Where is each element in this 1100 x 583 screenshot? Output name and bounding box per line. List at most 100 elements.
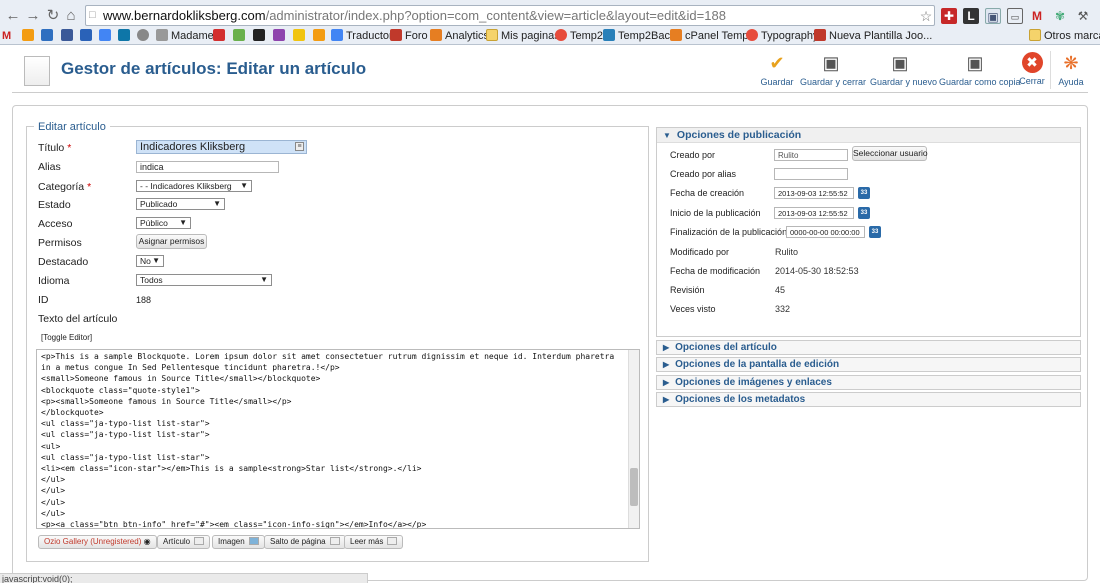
extension-bird-icon[interactable]: ✾ bbox=[1052, 8, 1068, 24]
article-source-code: <p>This is a sample Blockquote. Lorem ip… bbox=[41, 351, 627, 528]
home-icon[interactable]: ⌂ bbox=[62, 6, 80, 26]
triangle-right-icon: ▶ bbox=[663, 378, 670, 387]
publish-down-input[interactable]: 0000-00-00 00:00:00 bbox=[786, 226, 865, 238]
required-mark: * bbox=[87, 181, 92, 193]
save-close-button[interactable]: ▣ Guardar y cerrar bbox=[800, 52, 866, 87]
bookmark-folder-mis-paginas[interactable]: Mis paginas bbox=[486, 27, 560, 45]
featured-label: Destacado bbox=[38, 256, 89, 268]
bookmark-icon[interactable] bbox=[313, 27, 328, 45]
maps-icon[interactable] bbox=[293, 27, 308, 45]
bookmark-cpanel[interactable]: cPanel Temp2 bbox=[670, 27, 755, 45]
insert-image-button[interactable]: Imagen bbox=[212, 535, 265, 549]
bookmark-madame[interactable]: Madame bbox=[156, 27, 214, 45]
hits-value: 332 bbox=[775, 304, 791, 314]
access-select[interactable]: Público ▼ bbox=[136, 217, 191, 229]
bookmark-foro[interactable]: Foro bbox=[390, 27, 428, 45]
featured-select[interactable]: No ▼ bbox=[136, 255, 164, 267]
linkedin-icon[interactable] bbox=[118, 27, 133, 45]
autofill-icon[interactable]: ≡ bbox=[295, 142, 304, 151]
editor-scrollbar-thumb[interactable] bbox=[630, 468, 638, 506]
lifebuoy-icon: ❋ bbox=[1063, 53, 1079, 73]
save-new-button[interactable]: ▣ Guardar y nuevo bbox=[870, 52, 937, 87]
folder-icon bbox=[486, 29, 498, 41]
bookmark-icon[interactable] bbox=[99, 27, 114, 45]
toggle-editor-link[interactable]: [Toggle Editor] bbox=[41, 333, 92, 342]
bookmark-icon[interactable] bbox=[80, 27, 95, 45]
ozio-gallery-button[interactable]: Ozio Gallery (Unregistered) ◉ bbox=[38, 535, 157, 549]
article-text-editor[interactable]: <p>This is a sample Blockquote. Lorem ip… bbox=[36, 349, 640, 529]
bookmark-traductor[interactable]: Traductor bbox=[331, 27, 393, 45]
publish-up-input[interactable]: 2013-09-03 12:55:52 bbox=[774, 207, 854, 219]
edit-screen-options-toggle[interactable]: ▶ Opciones de la pantalla de edición bbox=[656, 357, 1081, 372]
editor-scrollbar[interactable] bbox=[628, 350, 639, 528]
images-links-options-toggle[interactable]: ▶ Opciones de imágenes y enlaces bbox=[656, 375, 1081, 390]
insert-readmore-button[interactable]: Leer más bbox=[344, 535, 404, 549]
joomla-icon bbox=[555, 29, 567, 41]
back-icon[interactable]: ← bbox=[4, 6, 22, 26]
save-button[interactable]: ✔ Guardar bbox=[760, 52, 794, 87]
bookmark-temp2back[interactable]: Temp2Back bbox=[603, 27, 675, 45]
gmail-bookmark-icon[interactable]: M bbox=[2, 27, 11, 45]
bookmark-nueva-plantilla[interactable]: Nueva Plantilla Joo... bbox=[814, 27, 932, 45]
bookmark-star-icon[interactable]: ☆ bbox=[918, 8, 934, 24]
revision-label: Revisión bbox=[670, 285, 705, 295]
chevron-down-icon: ▼ bbox=[260, 275, 268, 284]
insert-pagebreak-button[interactable]: Salto de página bbox=[264, 535, 346, 549]
gmail-icon[interactable]: M bbox=[1029, 8, 1045, 24]
bookmark-icon[interactable] bbox=[22, 27, 37, 45]
metadata-options-toggle[interactable]: ▶ Opciones de los metadatos bbox=[656, 392, 1081, 407]
created-date-input[interactable]: 2013-09-03 12:55:52 bbox=[774, 187, 854, 199]
calendar-icon[interactable]: 33 bbox=[869, 226, 881, 238]
forward-icon[interactable]: → bbox=[24, 6, 42, 26]
category-select[interactable]: - - Indicadores Kliksberg ▼ bbox=[136, 180, 252, 192]
facebook-icon[interactable] bbox=[61, 27, 76, 45]
triangle-right-icon: ▶ bbox=[663, 395, 670, 404]
bookmark-icon[interactable] bbox=[253, 27, 268, 45]
required-mark: * bbox=[67, 142, 72, 154]
article-icon bbox=[24, 56, 50, 86]
close-button[interactable]: ✖ Cerrar bbox=[1018, 52, 1046, 86]
bookmark-icon[interactable] bbox=[233, 27, 248, 45]
id-label: ID bbox=[38, 294, 49, 306]
publishing-options-header[interactable]: ▼ Opciones de publicación bbox=[657, 128, 1080, 143]
created-by-input[interactable]: Rulito bbox=[774, 149, 848, 161]
extension-icon[interactable]: ✚ bbox=[941, 8, 957, 24]
state-select[interactable]: Publicado ▼ bbox=[136, 198, 225, 210]
bookmark-temp2[interactable]: Temp2 bbox=[555, 27, 603, 45]
article-options-toggle[interactable]: ▶ Opciones del artículo bbox=[656, 340, 1081, 355]
reload-icon[interactable]: ↻ bbox=[44, 6, 62, 26]
extension-box-icon[interactable]: ▭ bbox=[1007, 8, 1023, 24]
title-input[interactable]: Indicadores Kliksberg ≡ bbox=[136, 140, 307, 154]
edit-article-legend: Editar artículo bbox=[34, 121, 110, 133]
youtube-icon[interactable] bbox=[213, 27, 228, 45]
help-button[interactable]: ❋ Ayuda bbox=[1056, 52, 1086, 87]
wrench-icon[interactable]: ⚒ bbox=[1075, 8, 1091, 24]
select-user-button[interactable]: Seleccionar usuario bbox=[852, 146, 928, 161]
bookmark-typography[interactable]: Typography bbox=[746, 27, 818, 45]
revision-value: 45 bbox=[775, 285, 786, 295]
calendar-icon[interactable]: 33 bbox=[858, 207, 870, 219]
alias-input[interactable]: indica bbox=[136, 161, 279, 173]
insert-article-button[interactable]: Artículo bbox=[157, 535, 211, 549]
language-select[interactable]: Todos ▼ bbox=[136, 274, 272, 286]
title-label: Título * bbox=[38, 142, 72, 154]
bookmark-icon[interactable] bbox=[137, 27, 152, 45]
bookmark-icon[interactable] bbox=[41, 27, 56, 45]
modified-date-value: 2014-05-30 18:52:53 bbox=[775, 266, 859, 276]
bookmark-analytics[interactable]: Analytics bbox=[430, 27, 489, 45]
address-bar[interactable]: □ www.bernardokliksberg.com/administrator… bbox=[85, 5, 935, 26]
id-value: 188 bbox=[136, 295, 152, 305]
set-permissions-button[interactable]: Asignar permisos bbox=[136, 234, 207, 249]
created-by-alias-input[interactable] bbox=[774, 168, 848, 180]
page-icon bbox=[390, 29, 402, 41]
bookmark-folder-otros[interactable]: Otros marcado bbox=[1029, 27, 1100, 45]
article-text-label: Texto del artículo bbox=[38, 313, 118, 325]
readmore-icon bbox=[387, 537, 398, 545]
code-line: <ul class="ja-typo-list list-star"> bbox=[41, 452, 210, 462]
chevron-down-icon: ▼ bbox=[240, 181, 248, 190]
save-copy-button[interactable]: ▣ Guardar como copia bbox=[939, 52, 1021, 87]
extension-l-icon[interactable]: L bbox=[963, 8, 979, 24]
bookmark-icon[interactable] bbox=[273, 27, 288, 45]
extension-window-icon[interactable]: ▣ bbox=[985, 8, 1001, 24]
calendar-icon[interactable]: 33 bbox=[858, 187, 870, 199]
